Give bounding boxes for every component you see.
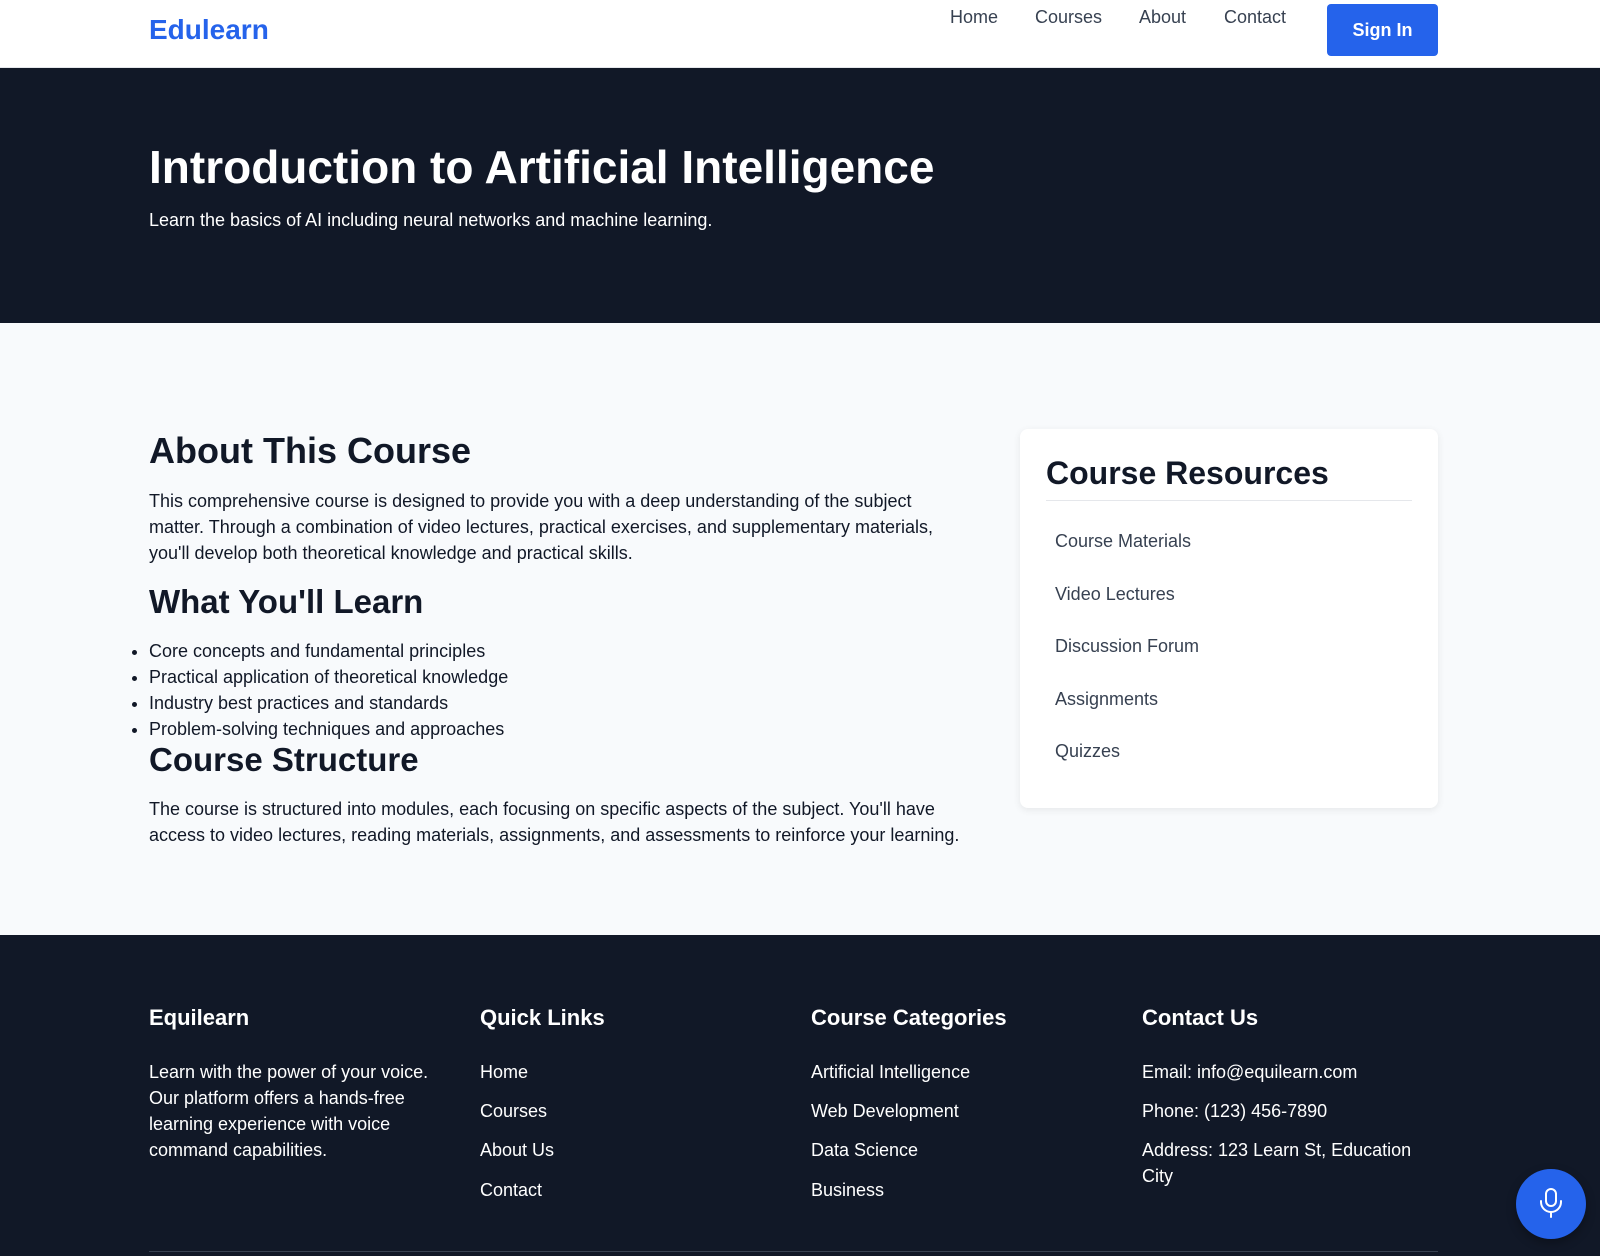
footer-category-business[interactable]: Business bbox=[811, 1180, 884, 1201]
page-subtitle: Learn the basics of AI including neural … bbox=[149, 210, 713, 230]
divider bbox=[1046, 500, 1412, 501]
footer-link-courses[interactable]: Courses bbox=[480, 1101, 547, 1122]
footer-quick-links-title: Quick Links bbox=[480, 1005, 605, 1030]
resource-assignments[interactable]: Assignments bbox=[1055, 689, 1158, 710]
nav-home[interactable]: Home bbox=[950, 7, 998, 28]
site-logo[interactable]: Edulearn bbox=[149, 14, 269, 46]
site-header: Edulearn Home Courses About Contact Sign… bbox=[0, 0, 1600, 68]
resource-course-materials[interactable]: Course Materials bbox=[1055, 531, 1191, 552]
nav-contact[interactable]: Contact bbox=[1224, 7, 1286, 28]
footer-brand-title: Equilearn bbox=[149, 1005, 250, 1030]
page-title: Introduction to Artificial Intelligence bbox=[149, 141, 935, 193]
footer-link-home[interactable]: Home bbox=[480, 1062, 528, 1083]
footer-link-about-us[interactable]: About Us bbox=[480, 1140, 554, 1161]
footer-category-web-dev[interactable]: Web Development bbox=[811, 1101, 959, 1122]
footer-category-ai[interactable]: Artificial Intelligence bbox=[811, 1062, 970, 1083]
footer-phone: Phone: (123) 456-7890 bbox=[1142, 1101, 1328, 1121]
resource-quizzes[interactable]: Quizzes bbox=[1055, 741, 1120, 762]
footer-category-data-science[interactable]: Data Science bbox=[811, 1140, 918, 1161]
hero-banner: Introduction to Artificial Intelligence … bbox=[0, 68, 1600, 323]
footer-link-contact[interactable]: Contact bbox=[480, 1180, 542, 1201]
list-item: Core concepts and fundamental principles bbox=[149, 638, 508, 664]
footer-brand-text: Learn with the power of your voice. Our … bbox=[149, 1062, 429, 1160]
learn-heading: What You'll Learn bbox=[149, 583, 424, 620]
footer-divider bbox=[149, 1251, 1438, 1252]
site-footer: Equilearn Learn with the power of your v… bbox=[0, 935, 1600, 1256]
footer-address: Address: 123 Learn St, Education City bbox=[1142, 1140, 1412, 1186]
list-item: Problem-solving techniques and approache… bbox=[149, 716, 508, 742]
learn-list: Core concepts and fundamental principles… bbox=[149, 638, 508, 742]
list-item: Industry best practices and standards bbox=[149, 690, 508, 716]
resource-video-lectures[interactable]: Video Lectures bbox=[1055, 584, 1175, 605]
sign-in-button[interactable]: Sign In bbox=[1327, 4, 1438, 56]
voice-command-button[interactable] bbox=[1516, 1169, 1586, 1239]
footer-categories-title: Course Categories bbox=[811, 1005, 1007, 1030]
structure-heading: Course Structure bbox=[149, 741, 419, 778]
list-item: Practical application of theoretical kno… bbox=[149, 664, 508, 690]
resources-title: Course Resources bbox=[1046, 455, 1329, 491]
structure-text: The course is structured into modules, e… bbox=[149, 799, 960, 845]
microphone-icon bbox=[1538, 1187, 1564, 1222]
resource-discussion-forum[interactable]: Discussion Forum bbox=[1055, 636, 1199, 657]
nav-courses[interactable]: Courses bbox=[1035, 7, 1102, 28]
footer-email: Email: info@equilearn.com bbox=[1142, 1062, 1358, 1082]
about-text: This comprehensive course is designed to… bbox=[149, 491, 934, 563]
resources-card: Course Resources Course Materials Video … bbox=[1020, 429, 1438, 808]
footer-contact-title: Contact Us bbox=[1142, 1005, 1259, 1030]
about-heading: About This Course bbox=[149, 430, 471, 471]
nav-about[interactable]: About bbox=[1139, 7, 1186, 28]
